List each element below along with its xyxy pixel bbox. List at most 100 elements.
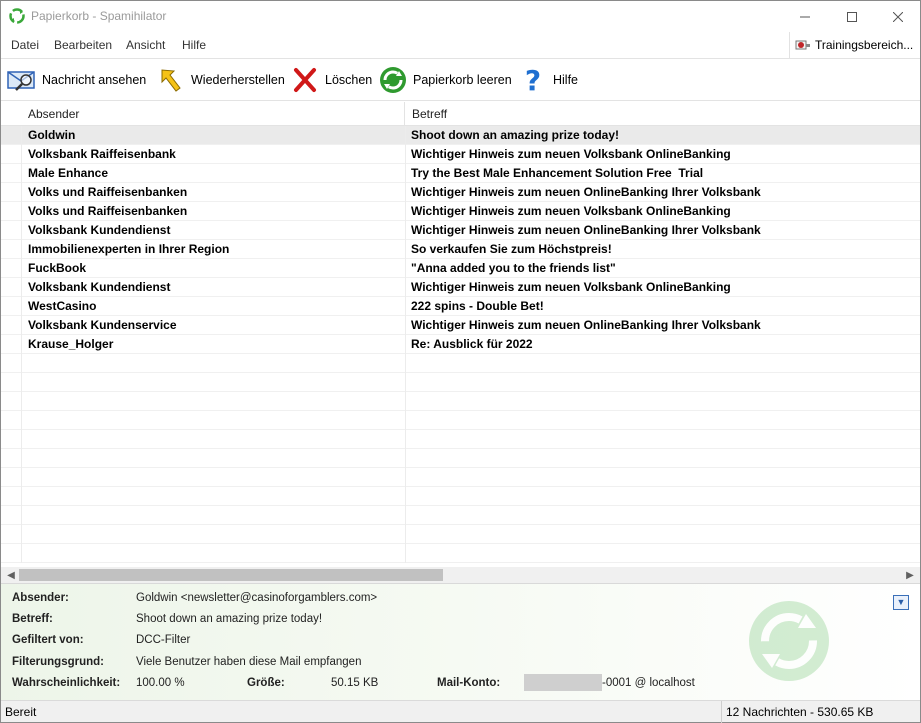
view-message-button[interactable]: Nachricht ansehen [6, 65, 146, 95]
sender-cell [22, 525, 406, 544]
sender-cell [22, 449, 406, 468]
sender-cell [22, 392, 406, 411]
row-gutter [1, 335, 22, 354]
minimize-button[interactable] [782, 1, 828, 32]
sender-cell: Volksbank Raiffeisenbank [22, 145, 406, 164]
table-row[interactable]: Volksbank Kundendienst Wichtiger Hinweis … [1, 278, 920, 297]
status-text: Bereit [5, 705, 37, 719]
filter-reason-value: Viele Benutzer haben diese Mail empfange… [136, 656, 362, 668]
empty-row [1, 392, 920, 411]
mail-account-label: Mail-Konto: [437, 677, 501, 689]
subject-cell [406, 411, 920, 430]
empty-row [1, 544, 920, 563]
sender-cell [22, 487, 406, 506]
menu-ansicht[interactable]: Ansicht [126, 38, 165, 52]
menu-bar: Datei Bearbeiten Ansicht Hilfe Trainings… [1, 32, 920, 58]
sender-cell [22, 544, 406, 563]
sender-cell [22, 354, 406, 373]
row-gutter [1, 278, 22, 297]
row-gutter [1, 487, 22, 506]
restore-label: Wiederherstellen [191, 73, 285, 87]
expand-details-button[interactable]: ▼ [893, 595, 909, 610]
subject-cell: Wichtiger Hinweis zum neuen Volksbank On… [411, 280, 731, 294]
list-header: Absender Betreff [1, 102, 920, 126]
close-icon [893, 11, 903, 22]
table-row[interactable]: Volksbank Kundenservice Wichtiger Hinweis… [1, 316, 920, 335]
row-gutter [1, 297, 22, 316]
size-value: 50.15 KB [331, 677, 379, 689]
message-list: Absender Betreff Goldwin Shoot down an am… [1, 102, 920, 567]
sender-cell: Male Enhance [22, 164, 406, 183]
scrollbar-thumb[interactable] [19, 569, 443, 581]
scroll-left-icon[interactable]: ◀ [3, 568, 19, 582]
sender-label: Absender: [12, 592, 69, 604]
subject-cell [406, 468, 920, 487]
subject-cell: Shoot down an amazing prize today! [411, 128, 620, 142]
help-label: Hilfe [553, 73, 579, 87]
empty-row [1, 411, 920, 430]
sender-cell: Volks und Raiffeisenbanken [22, 183, 406, 202]
menu-datei[interactable]: Datei [11, 38, 39, 52]
sender-cell [22, 373, 406, 392]
message-count-status: 12 Nachrichten - 530.65 KB [721, 701, 920, 723]
subject-label: Betreff: [12, 613, 53, 625]
question-icon: ? [517, 65, 549, 95]
maximize-button[interactable] [829, 1, 875, 32]
subject-cell: Try the Best Male Enhancement Solution F… [411, 166, 704, 180]
delete-x-icon [289, 65, 321, 95]
table-row[interactable]: Volksbank Raiffeisenbank Wichtiger Hinwei… [1, 145, 920, 164]
subject-cell [406, 487, 920, 506]
filtered-by-label: Gefiltert von: [12, 634, 84, 646]
subject-cell: Wichtiger Hinweis zum neuen Volksbank On… [411, 147, 731, 161]
menu-hilfe[interactable]: Hilfe [182, 38, 206, 52]
empty-trash-label: Papierkorb leeren [413, 73, 512, 87]
delete-button[interactable]: Löschen [289, 65, 372, 95]
subject-cell: Wichtiger Hinweis zum neuen OnlineBankin… [411, 318, 761, 332]
sender-cell: WestCasino [22, 297, 406, 316]
delete-label: Löschen [325, 73, 373, 87]
sender-cell: Goldwin [22, 126, 406, 145]
row-gutter [1, 316, 22, 335]
empty-trash-button[interactable]: Papierkorb leeren [377, 65, 512, 95]
table-row[interactable]: Volksbank Kundendienst Wichtiger Hinweis … [1, 221, 920, 240]
column-header-sender[interactable]: Absender [22, 102, 405, 126]
title-bar[interactable]: Papierkorb - Spamihilator [1, 1, 920, 32]
row-gutter [1, 411, 22, 430]
table-row[interactable]: Krause_Holger Re: Ausblick für 2022 [1, 335, 920, 354]
scroll-right-icon[interactable]: ▶ [902, 568, 918, 582]
row-gutter [1, 126, 22, 145]
training-icon [795, 40, 810, 50]
menu-bearbeiten[interactable]: Bearbeiten [54, 38, 112, 52]
restore-button[interactable]: Wiederherstellen [155, 65, 285, 95]
maximize-icon [847, 11, 857, 22]
size-label: Größe: [247, 677, 285, 689]
recycle-icon [377, 65, 409, 95]
column-header-subject[interactable]: Betreff [406, 102, 920, 126]
table-row[interactable]: Male Enhance Try the Best Male Enhancemen… [1, 164, 920, 183]
sender-cell: Volksbank Kundendienst [22, 221, 406, 240]
sender-cell: Immobilienexperten in Ihrer Region [22, 240, 406, 259]
subject-cell [406, 506, 920, 525]
empty-row [1, 354, 920, 373]
table-row[interactable]: FuckBook "Anna added you to the friends l… [1, 259, 920, 278]
table-row[interactable]: Immobilienexperten in Ihrer Region So ver… [1, 240, 920, 259]
close-button[interactable] [875, 1, 921, 32]
subject-cell [406, 373, 920, 392]
subject-cell [406, 430, 920, 449]
table-row[interactable]: WestCasino 222 spins - Double Bet! [1, 297, 920, 316]
table-row[interactable]: Volks und Raiffeisenbanken Wichtiger Hinw… [1, 202, 920, 221]
table-row[interactable]: Goldwin Shoot down an amazing prize today… [1, 126, 920, 145]
subject-cell: Wichtiger Hinweis zum neuen OnlineBankin… [411, 185, 761, 199]
table-row[interactable]: Volks und Raiffeisenbanken Wichtiger Hinw… [1, 183, 920, 202]
subject-cell: "Anna added you to the friends list" [411, 261, 616, 275]
help-button[interactable]: ? Hilfe [517, 65, 578, 95]
training-button[interactable]: Trainingsbereich... [789, 32, 920, 58]
horizontal-scrollbar[interactable]: ◀ ▶ [1, 567, 920, 583]
subject-cell [406, 449, 920, 468]
empty-row [1, 506, 920, 525]
subject-cell [406, 525, 920, 544]
empty-row [1, 373, 920, 392]
subject-cell [406, 544, 920, 563]
filter-reason-label: Filterungsgrund: [12, 656, 104, 668]
row-gutter [1, 392, 22, 411]
